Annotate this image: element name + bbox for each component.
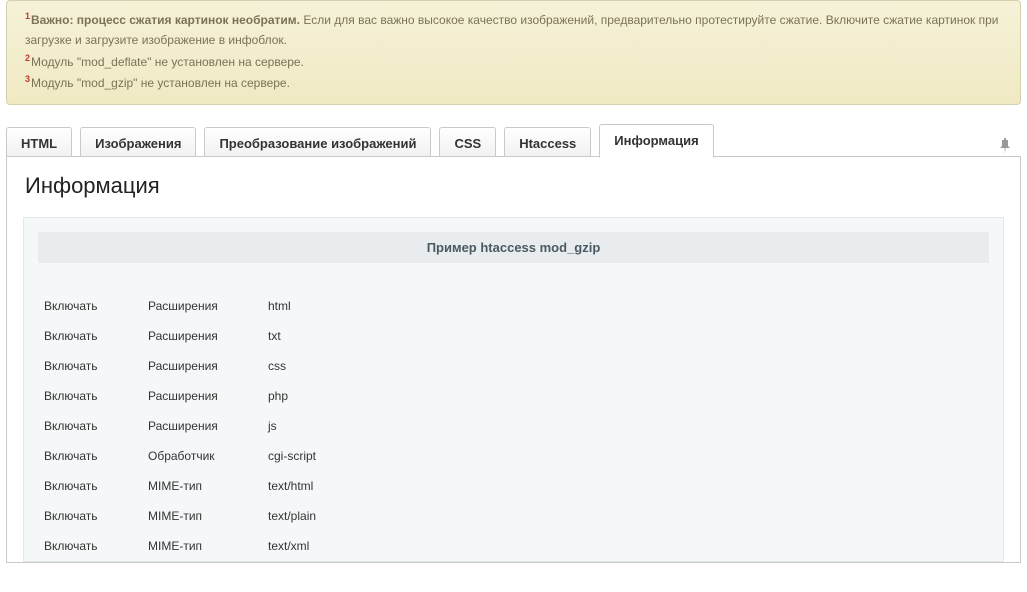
cell-action: Включать [38, 441, 148, 471]
table-row: Включать MIME-тип text/html [38, 471, 989, 501]
table-row: Включать Расширения php [38, 381, 989, 411]
tabs-row: HTML Изображения Преобразование изображе… [6, 123, 1021, 157]
table-row: Включать MIME-тип text/plain [38, 501, 989, 531]
cell-value: css [268, 351, 989, 381]
cell-action: Включать [38, 351, 148, 381]
cell-action: Включать [38, 321, 148, 351]
cell-type: Расширения [148, 291, 268, 321]
page-title: Информация [25, 173, 1004, 199]
tab-image-transform[interactable]: Преобразование изображений [204, 127, 431, 159]
notice-sup-1: 1 [25, 11, 30, 21]
notice-line: 3Модуль "mod_gzip" не установлен на серв… [17, 72, 1010, 93]
tab-css[interactable]: CSS [439, 127, 496, 159]
cell-action: Включать [38, 291, 148, 321]
tab-information[interactable]: Информация [599, 124, 713, 158]
tab-htaccess[interactable]: Htaccess [504, 127, 591, 159]
notice-sup-3: 3 [25, 74, 30, 84]
cell-value: php [268, 381, 989, 411]
cell-action: Включать [38, 531, 148, 561]
tab-images[interactable]: Изображения [80, 127, 196, 159]
cell-value: html [268, 291, 989, 321]
table-row: Включать Расширения txt [38, 321, 989, 351]
notice-bold: Важно: процесс сжатия картинок необратим… [31, 13, 300, 27]
cell-type: Обработчик [148, 441, 268, 471]
notice-line: 2Модуль "mod_deflate" не установлен на с… [17, 51, 1010, 72]
notice-text: Модуль "mod_gzip" не установлен на серве… [31, 76, 290, 90]
cell-value: text/html [268, 471, 989, 501]
example-header: Пример htaccess mod_gzip [38, 232, 989, 263]
notice-text: Модуль "mod_deflate" не установлен на се… [31, 55, 304, 69]
notice-box: 1Важно: процесс сжатия картинок необрати… [6, 0, 1021, 105]
notice-line: 1Важно: процесс сжатия картинок необрати… [17, 9, 1010, 51]
cell-value: js [268, 411, 989, 441]
cell-value: text/plain [268, 501, 989, 531]
pin-icon[interactable] [999, 138, 1011, 157]
cell-type: MIME-тип [148, 501, 268, 531]
notice-sup-2: 2 [25, 53, 30, 63]
content-panel: Информация Пример htaccess mod_gzip Вклю… [6, 156, 1021, 563]
table-row: Включать Расширения css [38, 351, 989, 381]
pin-area [999, 138, 1021, 157]
table-row: Включать MIME-тип text/xml [38, 531, 989, 561]
cell-action: Включать [38, 471, 148, 501]
table-row: Включать Обработчик cgi-script [38, 441, 989, 471]
tab-html[interactable]: HTML [6, 127, 72, 159]
cell-action: Включать [38, 501, 148, 531]
cell-type: Расширения [148, 321, 268, 351]
cell-value: text/xml [268, 531, 989, 561]
table-row: Включать Расширения html [38, 291, 989, 321]
cell-action: Включать [38, 381, 148, 411]
cell-action: Включать [38, 411, 148, 441]
cell-value: cgi-script [268, 441, 989, 471]
cell-type: Расширения [148, 381, 268, 411]
inner-panel: Пример htaccess mod_gzip Включать Расшир… [23, 217, 1004, 562]
cell-type: MIME-тип [148, 531, 268, 561]
htaccess-table: Включать Расширения html Включать Расшир… [38, 291, 989, 561]
table-row: Включать Расширения js [38, 411, 989, 441]
cell-type: Расширения [148, 351, 268, 381]
cell-type: MIME-тип [148, 471, 268, 501]
cell-type: Расширения [148, 411, 268, 441]
cell-value: txt [268, 321, 989, 351]
